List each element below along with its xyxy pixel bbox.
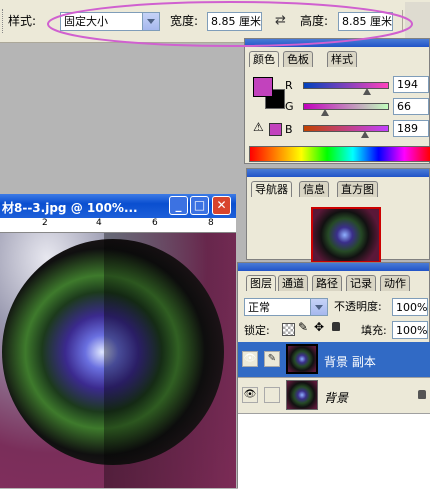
opacity-label: 不透明度: (334, 300, 382, 313)
channel-r-label: R (285, 79, 293, 92)
ruler-label: 2 (42, 218, 48, 228)
visibility-eye-icon[interactable]: 👁 (242, 387, 258, 403)
document-title: 材8--3.jpg @ 100%... (2, 201, 138, 215)
lock-label: 锁定: (244, 324, 270, 337)
tab-actions[interactable]: 动作 (380, 275, 410, 291)
tab-navigator[interactable]: 导航器 (251, 181, 292, 197)
ruler-label: 4 (96, 218, 102, 228)
ruler-label: 6 (152, 218, 158, 228)
navigator-tabs: 导航器 信息 直方图 (247, 181, 430, 198)
lock-icon (418, 390, 426, 399)
tab-layers[interactable]: 图层 (246, 275, 276, 291)
layer-name: 背景 (324, 391, 349, 405)
brush-icon: ✎ (264, 351, 280, 367)
minimize-button[interactable]: _ (169, 196, 188, 215)
b-value-field[interactable]: 189 (393, 120, 429, 137)
chevron-down-icon[interactable] (310, 299, 327, 315)
foreground-color-swatch[interactable] (253, 77, 273, 97)
canvas-image[interactable] (0, 233, 236, 488)
close-button[interactable]: ✕ (212, 196, 231, 215)
r-slider-thumb[interactable] (362, 88, 371, 95)
channel-b-label: B (285, 123, 293, 136)
style-label: 样式: (8, 14, 37, 28)
selection-half (104, 233, 236, 488)
lock-transparency-icon[interactable] (282, 323, 295, 336)
layers-tabs: 图层 通道 路径 记录 动作 (238, 275, 430, 292)
tab-paths[interactable]: 路径 (312, 275, 342, 291)
grip-handle[interactable] (2, 9, 7, 33)
blend-mode-value: 正常 (248, 301, 270, 314)
navigator-thumbnail[interactable] (311, 207, 381, 263)
fill-label: 填充: (361, 324, 387, 337)
tab-channels[interactable]: 通道 (278, 275, 308, 291)
layer-thumbnail (286, 344, 318, 374)
r-value-field[interactable]: 194 (393, 76, 429, 93)
lock-move-icon[interactable]: ✥ (314, 320, 324, 334)
tab-histogram[interactable]: 直方图 (337, 181, 378, 197)
document-titlebar[interactable]: 材8--3.jpg @ 100%... _ □ ✕ (0, 194, 236, 218)
ruler-label: 8 (208, 218, 214, 228)
palette-titlebar[interactable] (247, 169, 429, 177)
tab-info[interactable]: 信息 (299, 181, 329, 197)
gamut-color-swatch[interactable] (269, 123, 282, 136)
g-slider[interactable] (303, 103, 389, 110)
layer-name: 背景 副本 (324, 355, 376, 369)
document-window: 材8--3.jpg @ 100%... _ □ ✕ 2 4 6 8 (0, 194, 236, 488)
maximize-button[interactable]: □ (190, 196, 209, 215)
opacity-field[interactable]: 100% (392, 298, 428, 316)
blend-mode-select[interactable]: 正常 (244, 298, 328, 316)
channel-g-label: G (285, 100, 294, 113)
layers-palette: 图层 通道 路径 记录 动作 正常 不透明度: 100% 锁定: ✎ ✥ 填充:… (237, 262, 430, 489)
link-slot[interactable] (264, 387, 280, 403)
layer-row-background[interactable]: 👁 背景 (238, 378, 430, 414)
gamut-warning-icon[interactable]: ⚠ (253, 120, 264, 134)
g-slider-thumb[interactable] (320, 109, 329, 116)
visibility-eye-icon[interactable]: 👁 (242, 351, 258, 367)
layers-list: 👁 ✎ 背景 副本 👁 背景 (238, 342, 430, 489)
color-ramp[interactable] (249, 146, 430, 162)
layer-thumbnail (286, 380, 318, 410)
layer-row-background-copy[interactable]: 👁 ✎ 背景 副本 (238, 342, 430, 378)
annotation-ellipse (47, 1, 413, 47)
navigator-palette: 导航器 信息 直方图 (246, 168, 430, 263)
lock-all-icon[interactable] (332, 322, 340, 331)
fill-field[interactable]: 100% (392, 321, 428, 339)
lock-paint-icon[interactable]: ✎ (298, 320, 308, 334)
r-slider[interactable] (303, 82, 389, 89)
g-value-field[interactable]: 66 (393, 98, 429, 115)
tab-history[interactable]: 记录 (346, 275, 376, 291)
horizontal-ruler: 2 4 6 8 (0, 218, 236, 233)
b-slider-thumb[interactable] (361, 131, 370, 138)
palette-titlebar[interactable] (238, 263, 429, 271)
b-slider[interactable] (303, 125, 389, 132)
